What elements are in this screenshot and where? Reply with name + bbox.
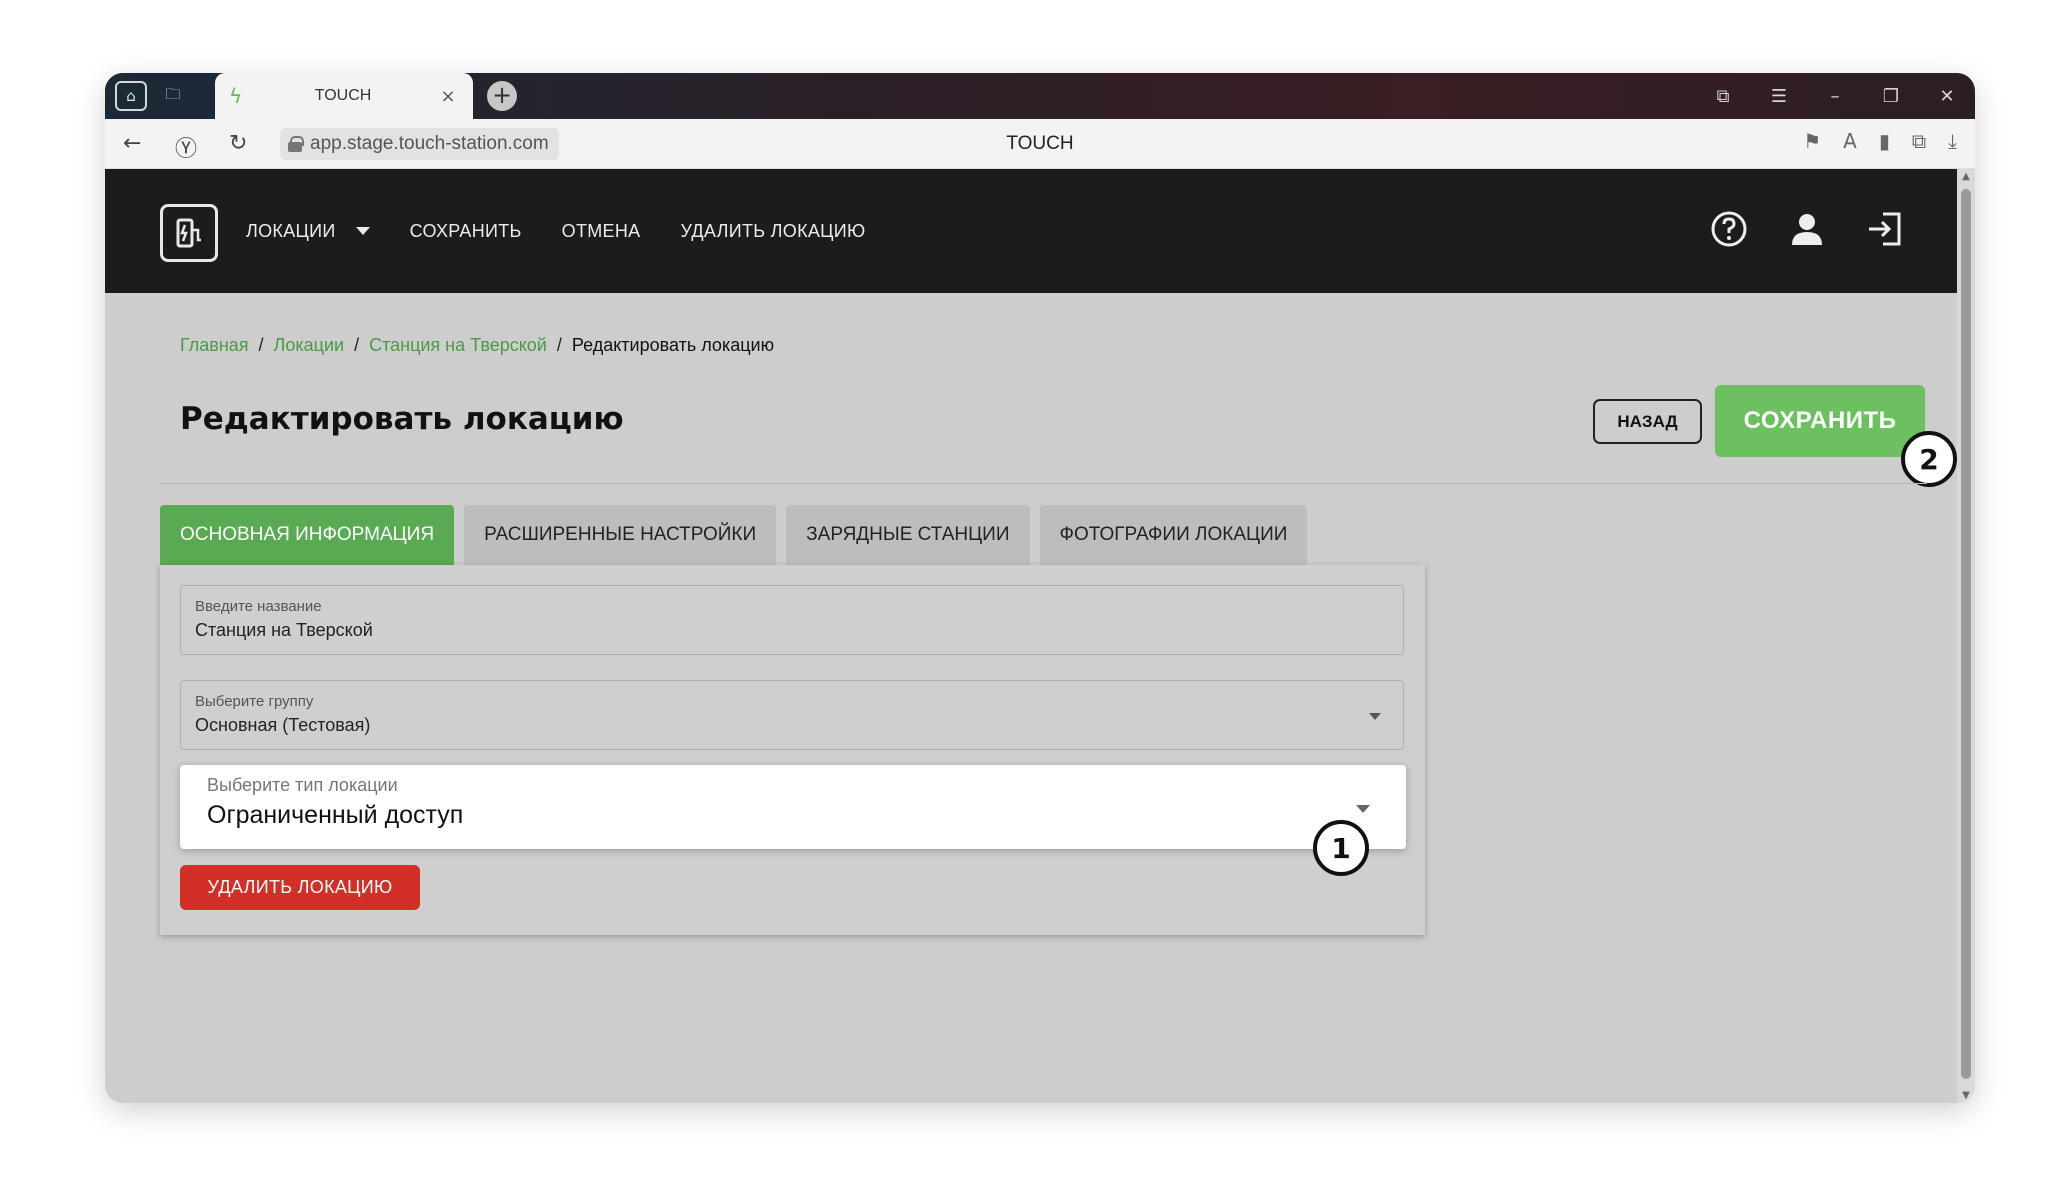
name-field-value: Станция на Тверской bbox=[195, 620, 373, 640]
delete-location-button[interactable]: УДАЛИТЬ ЛОКАЦИЮ bbox=[180, 865, 420, 910]
restore-icon[interactable]: ❐ bbox=[1863, 86, 1919, 107]
scrollbar-thumb[interactable] bbox=[1961, 189, 1971, 1079]
new-tab-button[interactable]: + bbox=[487, 81, 517, 111]
divider bbox=[160, 483, 1927, 484]
browser-window: ⌂ 🗀 ϟ TOUCH × + ⧉ ☰ – ❐ ✕ ← Ⓨ ↻ app.stag… bbox=[105, 73, 1975, 1103]
breadcrumb-separator: / bbox=[354, 335, 360, 355]
group-select-label: Выберите группу bbox=[195, 693, 314, 710]
translate-icon[interactable]: ⚑ bbox=[1803, 129, 1821, 153]
group-select-value: Основная (Тестовая) bbox=[195, 715, 371, 735]
dropdown-arrow-icon bbox=[1356, 805, 1370, 813]
logout-icon[interactable] bbox=[1865, 209, 1905, 249]
close-tab-icon[interactable]: × bbox=[437, 86, 459, 107]
tab-charging-stations[interactable]: ЗАРЯДНЫЕ СТАНЦИИ bbox=[786, 505, 1030, 565]
menu-cancel[interactable]: ОТМЕНА bbox=[562, 221, 641, 242]
window-controls: ⧉ ☰ – ❐ ✕ bbox=[1695, 73, 1975, 119]
tab-location-photos[interactable]: ФОТОГРАФИИ ЛОКАЦИИ bbox=[1039, 505, 1308, 565]
tab-advanced-settings[interactable]: РАСШИРЕННЫЕ НАСТРОЙКИ bbox=[464, 505, 777, 565]
header-icons bbox=[1709, 209, 1905, 249]
page-content: Главная / Локации / Станция на Тверской … bbox=[105, 293, 1957, 1103]
browser-tab-touch[interactable]: ϟ TOUCH × bbox=[215, 73, 473, 119]
chevron-down-icon bbox=[355, 227, 370, 235]
charger-logo-icon bbox=[176, 218, 201, 248]
lightning-icon: ϟ bbox=[229, 84, 243, 108]
annotation-badge-2: 2 bbox=[1901, 431, 1957, 487]
browser-titlebar: ⌂ 🗀 ϟ TOUCH × + ⧉ ☰ – ❐ ✕ bbox=[105, 73, 1975, 119]
breadcrumb-home[interactable]: Главная bbox=[180, 335, 249, 356]
page-title: Редактировать локацию bbox=[180, 401, 624, 437]
breadcrumb-locations[interactable]: Локации bbox=[274, 335, 345, 356]
menu-save[interactable]: СОХРАНИТЬ bbox=[410, 221, 522, 242]
name-field-label: Введите название bbox=[195, 598, 322, 615]
save-button[interactable]: СОХРАНИТЬ bbox=[1715, 385, 1925, 457]
tab-basic-info[interactable]: ОСНОВНАЯ ИНФОРМАЦИЯ bbox=[160, 505, 455, 565]
tab-bar: ОСНОВНАЯ ИНФОРМАЦИЯ РАСШИРЕННЫЕ НАСТРОЙК… bbox=[160, 505, 1308, 565]
location-type-select[interactable]: Выберите тип локации Ограниченный доступ bbox=[180, 765, 1406, 849]
annotation-badge-1: 1 bbox=[1313, 820, 1369, 876]
extensions-icon[interactable]: ⧉ bbox=[1912, 129, 1926, 153]
download-icon[interactable]: ⤓ bbox=[1948, 129, 1957, 153]
location-type-label: Выберите тип локации bbox=[207, 775, 398, 795]
minimize-icon[interactable]: – bbox=[1807, 86, 1863, 107]
home-tab-icon[interactable]: ⌂ bbox=[115, 81, 147, 111]
menu-locations-label: ЛОКАЦИИ bbox=[246, 220, 336, 241]
breadcrumb-separator: / bbox=[258, 335, 264, 355]
dropdown-arrow-icon bbox=[1369, 713, 1381, 720]
form-card: Введите название Станция на Тверской Выб… bbox=[160, 565, 1425, 935]
scrollbar[interactable]: ▲ ▼ bbox=[1957, 169, 1975, 1103]
back-button[interactable]: НАЗАД bbox=[1593, 399, 1702, 444]
scroll-down-icon[interactable]: ▼ bbox=[1961, 1090, 1971, 1101]
app-header: ЛОКАЦИИ СОХРАНИТЬ ОТМЕНА УДАЛИТЬ ЛОКАЦИЮ bbox=[105, 169, 1957, 293]
close-window-icon[interactable]: ✕ bbox=[1919, 86, 1975, 107]
bookmark-icon[interactable]: ▮ bbox=[1879, 129, 1890, 153]
main-menu: ЛОКАЦИИ СОХРАНИТЬ ОТМЕНА УДАЛИТЬ ЛОКАЦИЮ bbox=[246, 169, 906, 293]
help-icon[interactable] bbox=[1709, 209, 1749, 249]
reader-icon[interactable]: A bbox=[1843, 129, 1857, 153]
breadcrumb: Главная / Локации / Станция на Тверской … bbox=[180, 335, 774, 356]
tab-title: TOUCH bbox=[314, 87, 372, 104]
bookmarks-panel-icon[interactable]: ⧉ bbox=[1695, 86, 1751, 107]
menu-locations[interactable]: ЛОКАЦИИ bbox=[246, 221, 370, 242]
folder-icon[interactable]: 🗀 bbox=[157, 81, 189, 111]
menu-delete-location[interactable]: УДАЛИТЬ ЛОКАЦИЮ bbox=[680, 221, 865, 242]
breadcrumb-station[interactable]: Станция на Тверской bbox=[369, 335, 547, 356]
address-bar: ← Ⓨ ↻ app.stage.touch-station.com TOUCH … bbox=[105, 119, 1975, 169]
breadcrumb-current: Редактировать локацию bbox=[571, 335, 775, 355]
titlebar-left-group: ⌂ 🗀 bbox=[105, 73, 215, 119]
addressbar-right-icons: ⚑ A ▮ ⧉ ⤓ bbox=[1803, 129, 1957, 153]
breadcrumb-separator: / bbox=[556, 335, 562, 355]
scroll-up-icon[interactable]: ▲ bbox=[1961, 171, 1971, 182]
menu-icon[interactable]: ☰ bbox=[1751, 86, 1807, 107]
touch-logo-icon[interactable] bbox=[160, 204, 218, 262]
name-field[interactable]: Введите название Станция на Тверской bbox=[180, 585, 1404, 655]
page-title-center: TOUCH bbox=[1006, 133, 1074, 154]
group-select[interactable]: Выберите группу Основная (Тестовая) bbox=[180, 680, 1404, 750]
location-type-value: Ограниченный доступ bbox=[207, 801, 464, 829]
user-icon[interactable] bbox=[1787, 209, 1827, 249]
